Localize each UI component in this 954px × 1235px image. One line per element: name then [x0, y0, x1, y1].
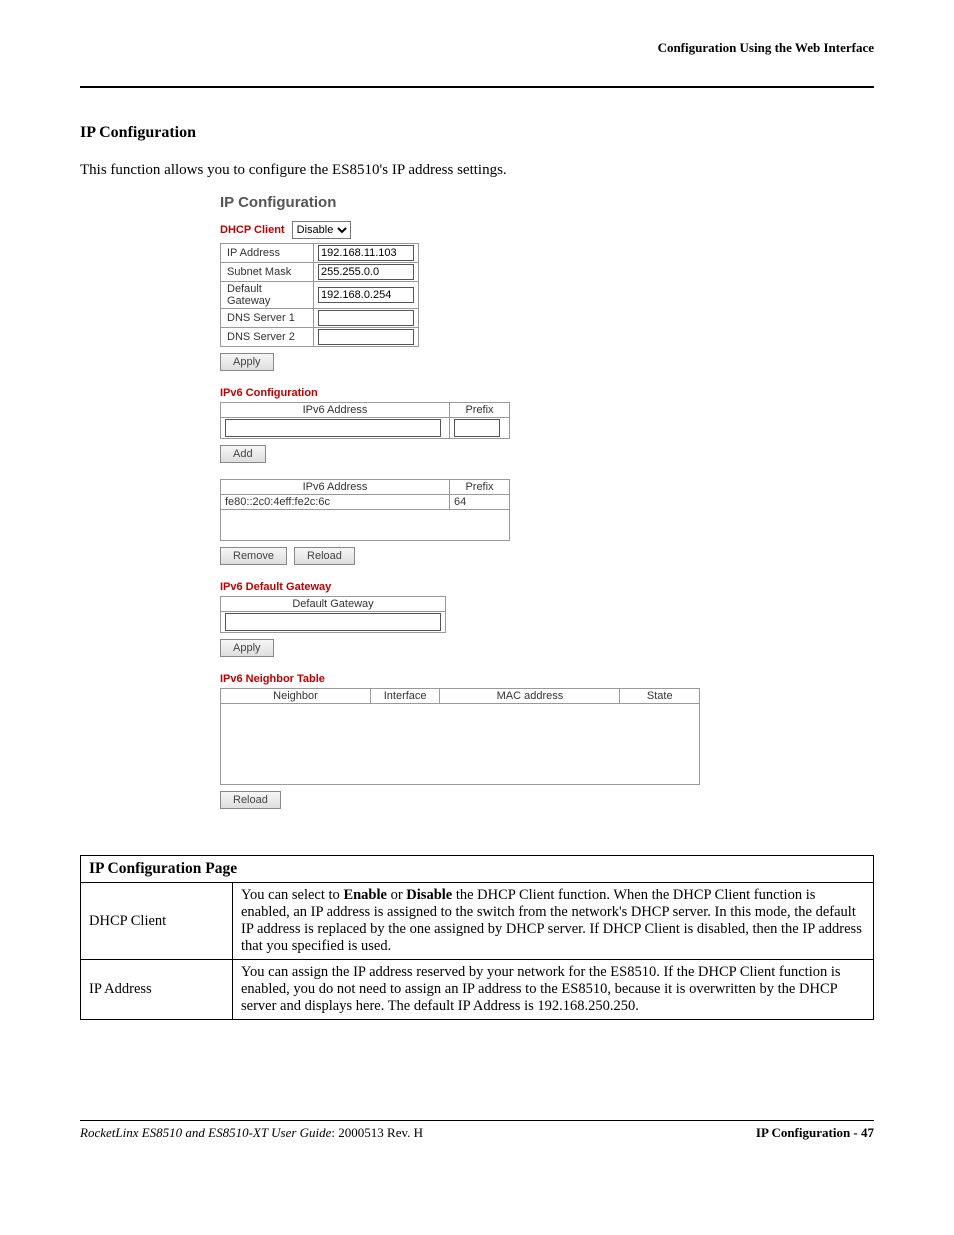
ip-config-ui: IP Configuration DHCP Client Disable IP …	[220, 194, 780, 815]
intro-text: This function allows you to configure th…	[80, 162, 874, 179]
ipv6-list-table: IPv6 Address Prefix fe80::2c0:4eff:fe2c:…	[220, 479, 510, 510]
ipv6-gateway-input[interactable]	[225, 613, 441, 631]
neighbor-col: Neighbor	[221, 689, 371, 704]
dns2-input[interactable]	[318, 329, 414, 345]
ipv6-gateway-label: IPv6 Default Gateway	[220, 581, 780, 593]
add-button[interactable]: Add	[220, 445, 266, 463]
ipv6-address-input[interactable]	[225, 419, 441, 437]
ipv6-gateway-table: Default Gateway	[220, 596, 446, 633]
ipv6-list-addr-value: fe80::2c0:4eff:fe2c:6c	[221, 495, 450, 510]
footer-rule	[80, 1120, 874, 1121]
gateway-col: Default Gateway	[221, 597, 446, 612]
section-heading: IP Configuration	[80, 124, 874, 142]
state-col: State	[620, 689, 700, 704]
reload-button-neighbor[interactable]: Reload	[220, 791, 281, 809]
default-gateway-input[interactable]	[318, 287, 414, 303]
dns1-label: DNS Server 1	[221, 309, 314, 328]
interface-col: Interface	[370, 689, 439, 704]
mac-col: MAC address	[440, 689, 620, 704]
desc-ip-text: You can assign the IP address reserved b…	[233, 960, 874, 1020]
subnet-mask-input[interactable]	[318, 264, 414, 280]
ip-settings-table: IP Address Subnet Mask Default Gateway D…	[220, 243, 419, 347]
apply-button-ip[interactable]: Apply	[220, 353, 274, 371]
footer-left: RocketLinx ES8510 and ES8510-XT User Gui…	[80, 1125, 423, 1141]
ui-title: IP Configuration	[220, 194, 780, 211]
reload-button-ipv6[interactable]: Reload	[294, 547, 355, 565]
dhcp-client-select[interactable]: Disable	[292, 221, 351, 239]
ipv6-addr-col: IPv6 Address	[221, 403, 450, 418]
header-rule	[80, 86, 874, 88]
ip-address-input[interactable]	[318, 245, 414, 261]
ipv6-list-empty-area	[220, 510, 510, 541]
ipv6-prefix-col: Prefix	[450, 403, 510, 418]
neighbor-empty-area	[220, 704, 700, 785]
dhcp-client-label: DHCP Client	[220, 224, 285, 236]
page-header-right: Configuration Using the Web Interface	[80, 40, 874, 56]
ipv6-list-addr-col: IPv6 Address	[221, 480, 450, 495]
ipv6-neighbor-label: IPv6 Neighbor Table	[220, 673, 780, 685]
dns1-input[interactable]	[318, 310, 414, 326]
desc-header: IP Configuration Page	[81, 856, 874, 883]
ipv6-config-label: IPv6 Configuration	[220, 387, 780, 399]
remove-button[interactable]: Remove	[220, 547, 287, 565]
footer-right: IP Configuration - 47	[756, 1125, 874, 1141]
default-gateway-label: Default Gateway	[221, 282, 314, 309]
ipv6-neighbor-table: Neighbor Interface MAC address State	[220, 688, 700, 704]
ip-address-label: IP Address	[221, 244, 314, 263]
subnet-mask-label: Subnet Mask	[221, 263, 314, 282]
dns2-label: DNS Server 2	[221, 328, 314, 347]
ipv6-add-table: IPv6 Address Prefix	[220, 402, 510, 439]
ipv6-prefix-input[interactable]	[454, 419, 500, 437]
ipv6-list-prefix-col: Prefix	[450, 480, 510, 495]
desc-dhcp-text: You can select to Enable or Disable the …	[233, 883, 874, 960]
desc-ip-param: IP Address	[81, 960, 233, 1020]
ipv6-list-prefix-value: 64	[450, 495, 510, 510]
ip-config-desc-table: IP Configuration Page DHCP Client You ca…	[80, 855, 874, 1020]
apply-button-gateway[interactable]: Apply	[220, 639, 274, 657]
desc-dhcp-param: DHCP Client	[81, 883, 233, 960]
